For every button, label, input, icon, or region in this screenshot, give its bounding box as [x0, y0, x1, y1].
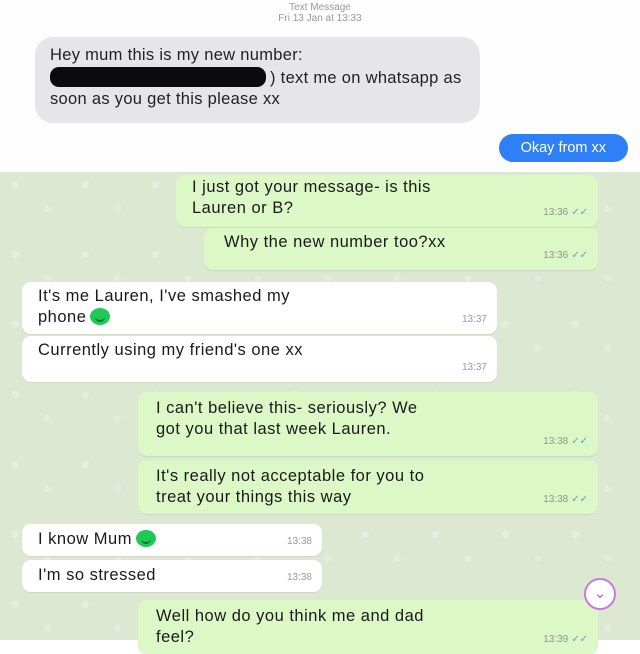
message-text: I'm so stressed [38, 566, 156, 584]
whatsapp-chat: I just got your message- is this Lauren … [0, 172, 640, 654]
read-receipt-icon: ✓✓ [571, 250, 588, 261]
message-time: 13:38 [286, 572, 312, 583]
message-outgoing[interactable]: It's really not acceptable for you to tr… [138, 460, 598, 514]
sms-incoming-text-start: Hey mum this is my new number: [50, 46, 303, 64]
message-text: It's me Lauren, I've smashed my phone [38, 287, 290, 326]
message-text: I can't believe this- seriously? We got … [156, 399, 418, 438]
read-receipt-icon: ✓✓ [571, 436, 588, 447]
message-outgoing[interactable]: I can't believe this- seriously? We got … [138, 392, 598, 456]
message-text: Why the new number too?xx [224, 233, 446, 251]
redacted-phone-number [50, 66, 266, 87]
message-incoming[interactable]: It's me Lauren, I've smashed my phone 13… [22, 282, 497, 334]
message-incoming[interactable]: I'm so stressed 13:38 [22, 560, 322, 592]
message-text: It's really not acceptable for you to tr… [156, 467, 425, 506]
scroll-down-button[interactable]: ⌄ [584, 578, 616, 610]
message-outgoing[interactable]: Why the new number too?xx 13:36 ✓✓ [204, 228, 598, 270]
message-meta: 13:36 ✓✓ [543, 245, 588, 266]
sms-header-title: Text Message [289, 2, 351, 13]
message-time: 13:37 [461, 362, 487, 373]
message-incoming[interactable]: Currently using my friend's one xx 13:37 [22, 336, 497, 382]
chevron-down-icon: ⌄ [593, 585, 607, 602]
read-receipt-icon: ✓✓ [571, 207, 588, 218]
message-outgoing[interactable]: Well how do you think me and dad feel? 1… [138, 600, 598, 654]
message-meta: 13:36 ✓✓ [543, 202, 588, 223]
smiling-face-emoji-icon [90, 308, 111, 325]
message-time: 13:37 [461, 314, 487, 325]
message-incoming[interactable]: I know Mum 13:38 [22, 524, 322, 556]
smiling-face-emoji-icon [135, 530, 156, 547]
message-time: 13:36 [543, 207, 569, 218]
message-text: Well how do you think me and dad feel? [156, 607, 424, 646]
message-time: 13:38 [543, 494, 569, 505]
sms-conversation: Text Message Fri 13 Jan at 13:33 Hey mum… [0, 0, 640, 172]
message-text: I know Mum [38, 530, 132, 548]
sms-header-time: Fri 13 Jan at 13:33 [278, 13, 362, 24]
message-meta: 13:38 ✓✓ [543, 431, 588, 452]
message-text: Currently using my friend's one xx [38, 341, 303, 359]
message-time: 13:36 [543, 250, 569, 261]
message-meta: 13:38 ✓✓ [543, 489, 588, 510]
sms-header: Text Message Fri 13 Jan at 13:33 [0, 2, 640, 24]
message-time: 13:38 [286, 536, 312, 547]
message-time: 13:38 [543, 436, 569, 447]
sms-outgoing-bubble[interactable]: Okay from xx [498, 134, 628, 162]
read-receipt-icon: ✓✓ [571, 494, 588, 505]
message-outgoing[interactable]: I just got your message- is this Lauren … [176, 175, 598, 227]
sms-incoming-bubble[interactable]: Hey mum this is my new number: ) text me… [35, 37, 480, 123]
message-text: I just got your message- is this Lauren … [192, 178, 431, 217]
